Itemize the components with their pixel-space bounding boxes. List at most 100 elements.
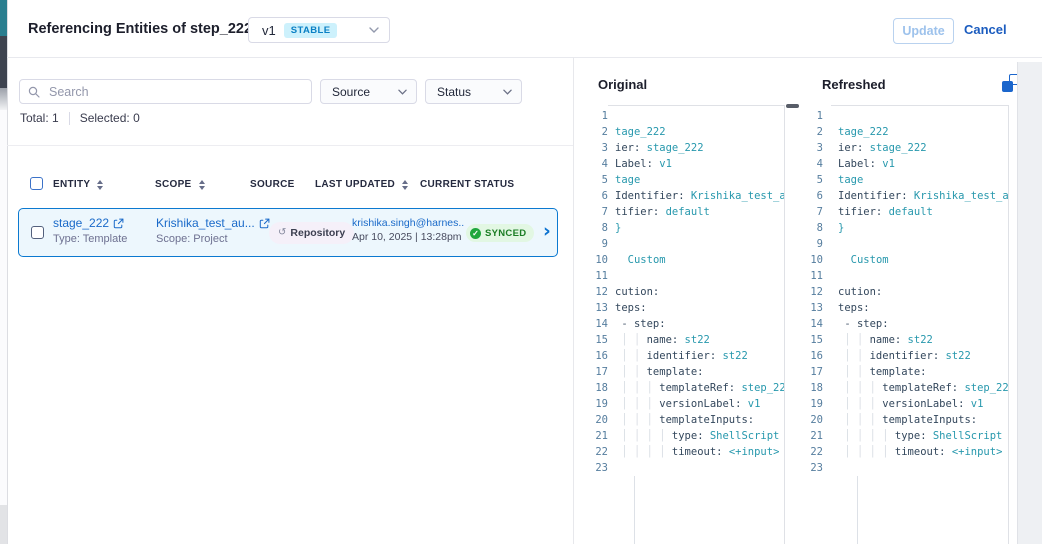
code-line: │ │ │ templateRef: step_222 <box>615 380 784 396</box>
page-title: Referencing Entities of step_222 <box>28 21 252 37</box>
select-all-checkbox[interactable] <box>30 177 43 190</box>
nav-foot-strip <box>0 505 7 544</box>
code-line: │ │ │ versionLabel: v1 <box>838 396 1008 412</box>
code-line: │ │ │ │ type: ShellScript <box>615 428 784 444</box>
code-line: Identifier: Krishika_test_aut <box>838 188 1008 204</box>
refreshed-line-numbers: 1234567891011121314151617181920212223 <box>785 108 823 476</box>
updated-by[interactable]: krishika.singh@harnes... <box>352 217 464 229</box>
column-header-source: SOURCE <box>250 179 295 190</box>
sync-source-icon: ↺ <box>278 228 286 238</box>
header-divider <box>7 57 1042 58</box>
search-box[interactable] <box>19 79 312 104</box>
code-line: teps: <box>838 300 1008 316</box>
code-line: Label: v1 <box>615 156 784 172</box>
original-indent-guide-tail <box>634 476 635 544</box>
chevron-right-icon[interactable]: › <box>543 220 551 242</box>
search-icon <box>28 86 40 98</box>
refreshed-code-content[interactable]: tage_222ier: stage_222Label: v1tageIdent… <box>838 108 1008 476</box>
code-line: │ │ │ │ timeout: <+input> <box>838 444 1008 460</box>
code-line: │ │ name: st22 <box>615 332 784 348</box>
source-filter-label: Source <box>332 85 370 99</box>
code-line: } <box>838 220 1008 236</box>
code-line: │ │ template: <box>838 364 1008 380</box>
column-header-scope[interactable]: SCOPE <box>155 179 205 190</box>
code-line: cution: <box>838 284 1008 300</box>
code-line: cution: <box>615 284 784 300</box>
update-button[interactable]: Update <box>893 18 954 44</box>
source-badge: ↺ Repository <box>269 222 354 244</box>
entity-type: Type: Template <box>53 232 127 247</box>
scrollbar-area[interactable] <box>1017 62 1042 544</box>
cancel-button[interactable]: Cancel <box>964 22 1007 37</box>
selection-summary: Total: 1 Selected: 0 <box>20 111 140 125</box>
code-line <box>838 268 1008 284</box>
code-line: │ │ name: st22 <box>838 332 1008 348</box>
panel-title-original: Original <box>598 77 647 92</box>
refreshed-content-edge <box>1008 105 1009 544</box>
total-count: Total: 1 <box>20 111 59 125</box>
code-line: Custom <box>838 252 1008 268</box>
entity-name: stage_222 <box>53 216 109 231</box>
nav-dark-strip <box>0 36 7 88</box>
code-line: Custom <box>615 252 784 268</box>
code-line <box>838 108 1008 124</box>
scope-sub: Scope: Project <box>156 232 270 247</box>
status-filter[interactable]: Status <box>425 79 522 104</box>
entity-cell: stage_222 Type: Template <box>53 216 127 247</box>
sort-icon[interactable] <box>402 180 408 190</box>
column-header-entity[interactable]: ENTITY <box>53 179 103 190</box>
source-badge-label: Repository <box>290 227 345 239</box>
source-filter[interactable]: Source <box>320 79 417 104</box>
code-line: │ │ │ templateInputs: <box>838 412 1008 428</box>
code-line: tage <box>615 172 784 188</box>
code-line: tage <box>838 172 1008 188</box>
stable-badge: STABLE <box>284 23 338 38</box>
code-line: │ │ identifier: st22 <box>615 348 784 364</box>
scope-link[interactable]: Krishika_test_au... <box>156 216 270 231</box>
column-header-last-updated[interactable]: LAST UPDATED <box>315 179 408 190</box>
table-row[interactable]: stage_222 Type: Template Krishika_test_a… <box>18 208 558 257</box>
code-line: teps: <box>615 300 784 316</box>
sort-icon[interactable] <box>199 180 205 190</box>
referencing-entities-modal: Referencing Entities of step_222 v1 STAB… <box>0 0 1042 544</box>
status-filter-label: Status <box>437 85 471 99</box>
original-code-content[interactable]: tage_222ier: stage_222Label: v1tageIdent… <box>615 108 784 476</box>
search-input[interactable] <box>47 84 303 100</box>
version-label: v1 <box>262 23 276 38</box>
code-line: Label: v1 <box>838 156 1008 172</box>
code-line: tifier: default <box>838 204 1008 220</box>
code-line: tage_222 <box>615 124 784 140</box>
code-line <box>615 108 784 124</box>
entity-link[interactable]: stage_222 <box>53 216 127 231</box>
code-line: tifier: default <box>615 204 784 220</box>
code-line: │ │ template: <box>615 364 784 380</box>
refreshed-header-underline <box>831 105 1008 106</box>
scope-cell: Krishika_test_au... Scope: Project <box>156 216 270 247</box>
code-line: - step: <box>615 316 784 332</box>
row-checkbox[interactable] <box>31 226 44 239</box>
sort-icon[interactable] <box>97 180 103 190</box>
code-line: Identifier: Krishika_test_aut <box>615 188 784 204</box>
status-badge-label: SYNCED <box>485 228 526 239</box>
chevron-down-icon <box>369 27 379 33</box>
version-select[interactable]: v1 STABLE <box>248 17 390 43</box>
status-badge: ✓ SYNCED <box>466 224 534 242</box>
chevron-down-icon <box>503 89 512 95</box>
check-icon: ✓ <box>470 228 481 239</box>
chevron-down-icon <box>398 89 407 95</box>
nav-fade-strip <box>0 88 7 110</box>
background-page-edge <box>0 0 8 544</box>
external-link-icon <box>113 218 124 229</box>
code-line <box>838 236 1008 252</box>
column-header-current-status: CURRENT STATUS <box>420 179 514 190</box>
original-line-numbers: 1234567891011121314151617181920212223 <box>573 108 608 476</box>
refreshed-indent-guide-tail <box>857 476 858 544</box>
code-line: │ │ │ versionLabel: v1 <box>615 396 784 412</box>
code-line: tage_222 <box>838 124 1008 140</box>
panel-title-refreshed: Refreshed <box>822 77 886 92</box>
code-line: │ │ │ templateInputs: <box>615 412 784 428</box>
nav-teal-strip <box>0 0 7 36</box>
code-line: ier: stage_222 <box>838 140 1008 156</box>
code-line <box>615 268 784 284</box>
code-line: │ │ │ templateRef: step_222 <box>838 380 1008 396</box>
